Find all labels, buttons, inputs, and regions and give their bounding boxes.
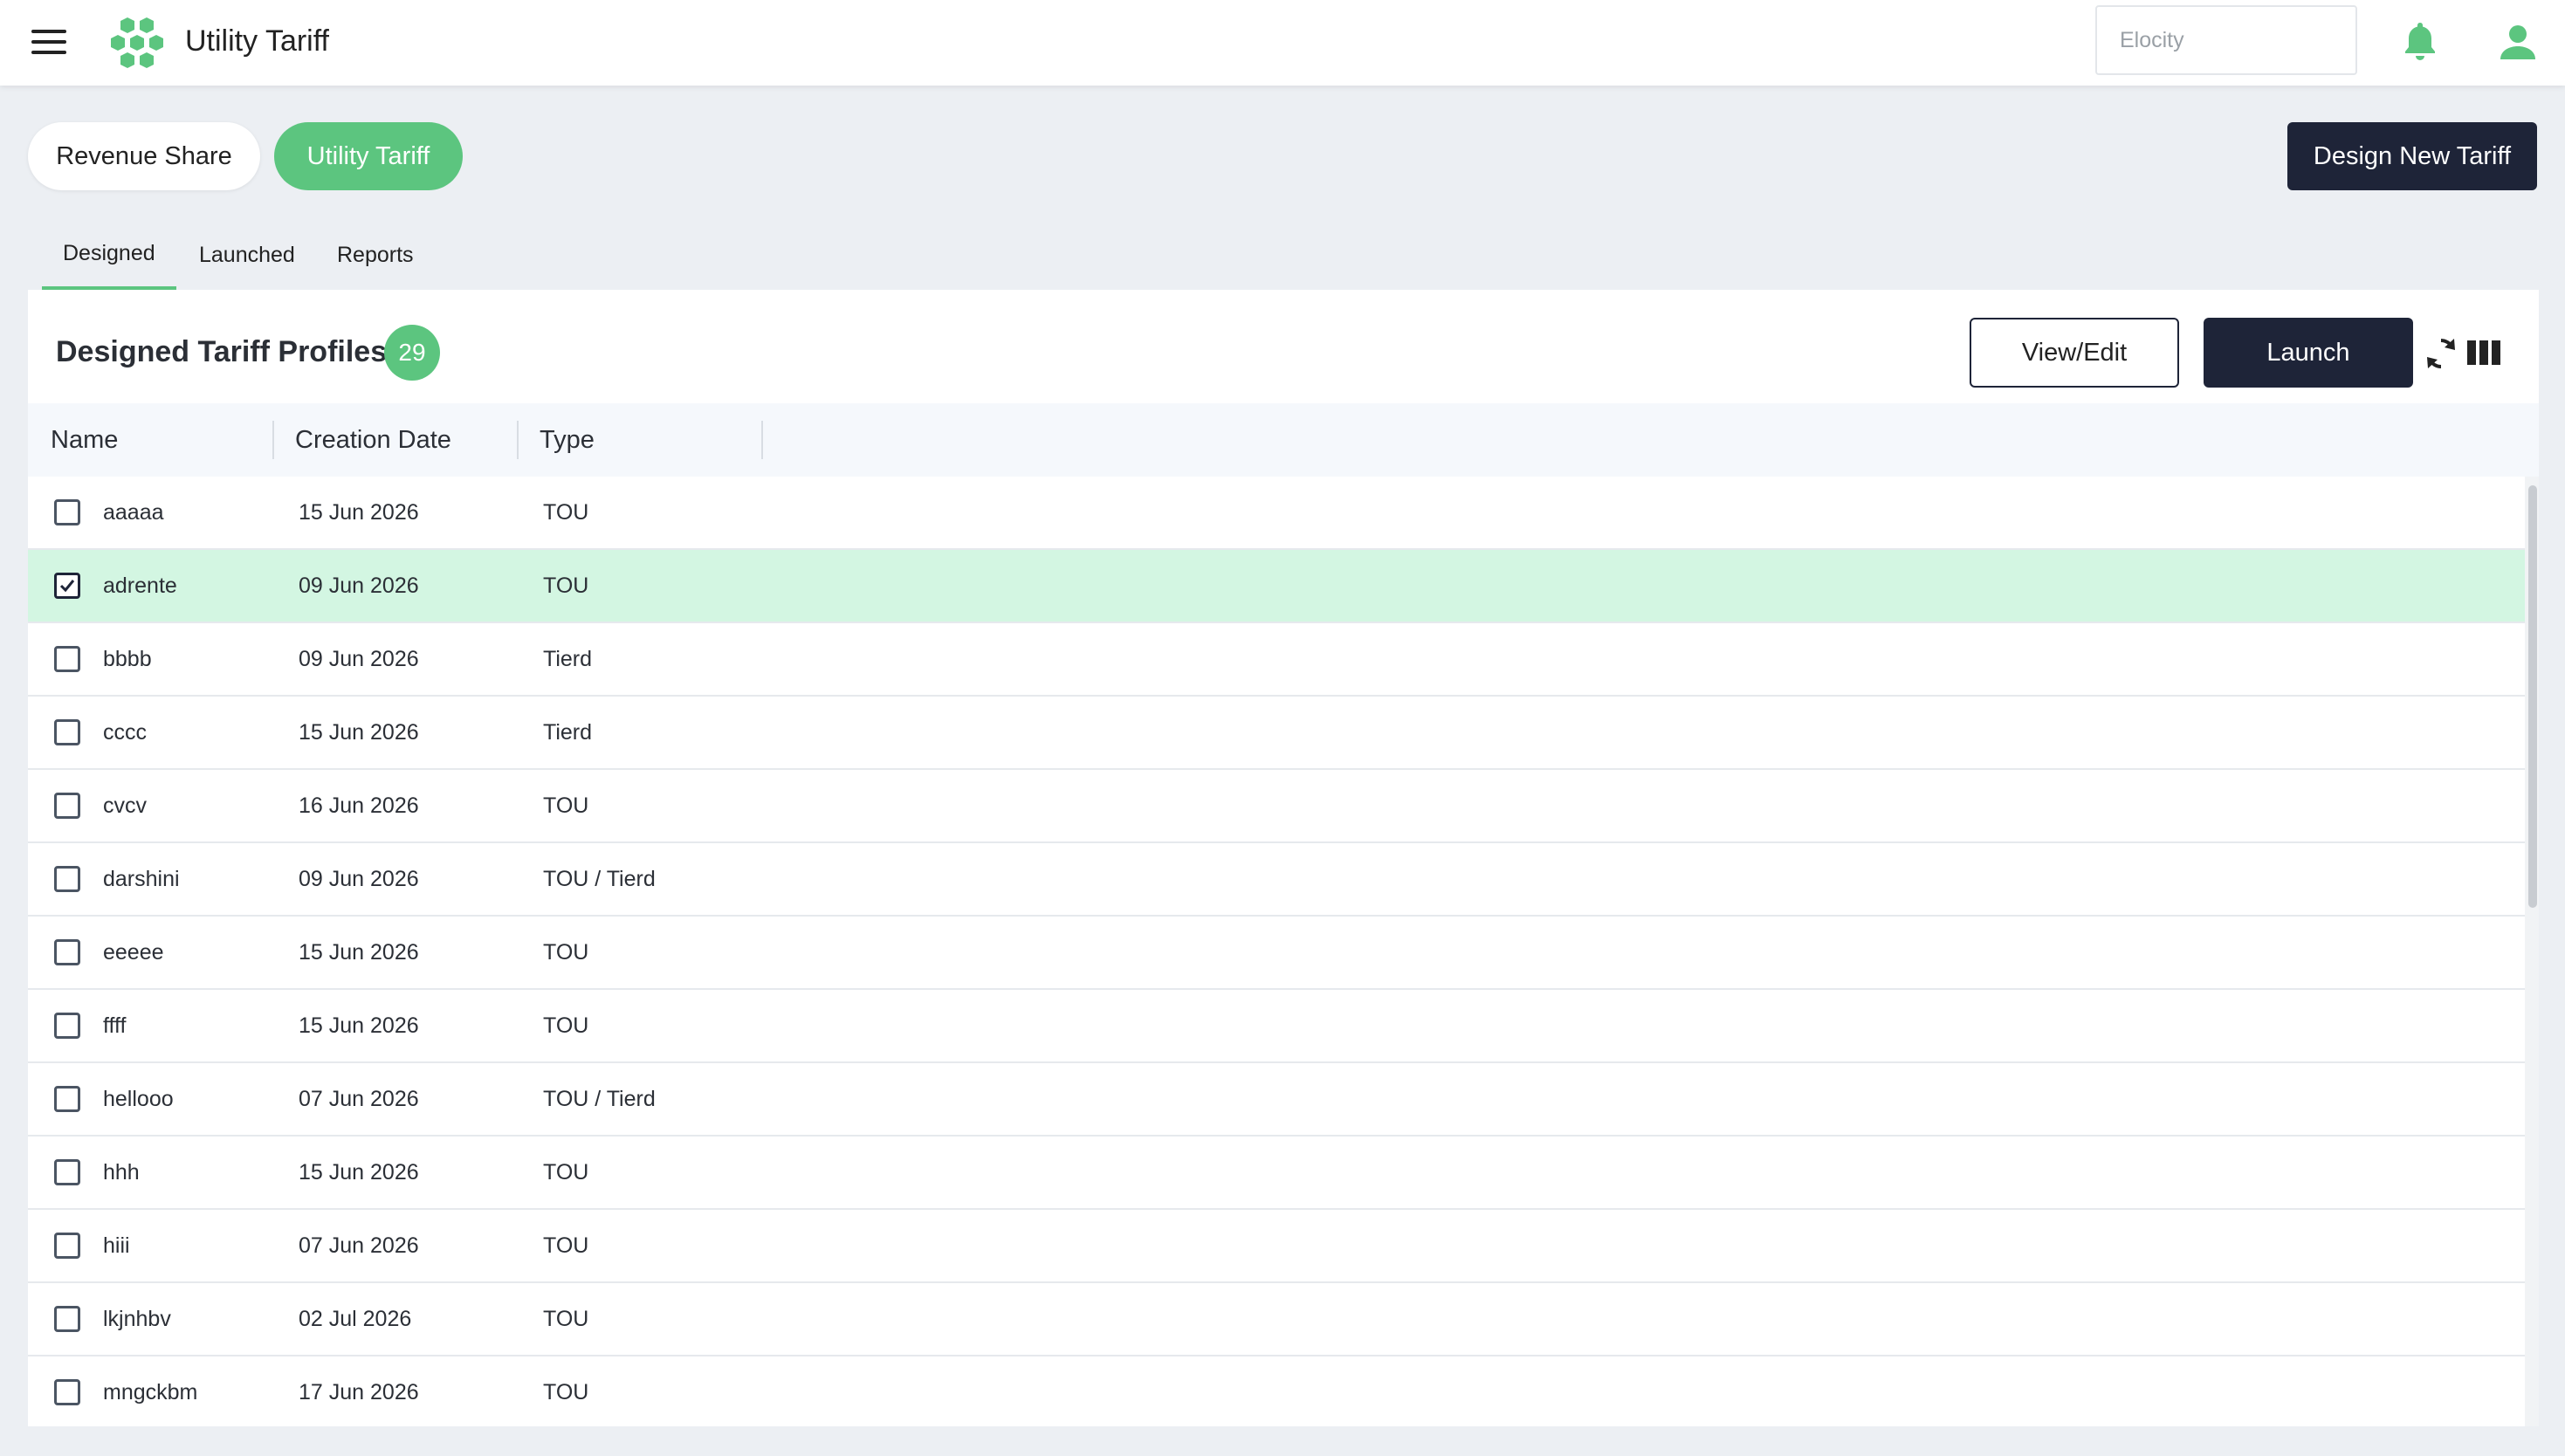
cell-name: eeeee [103, 940, 164, 965]
cell-name: hiii [103, 1233, 130, 1258]
table-row[interactable]: cvcv 16 Jun 2026 TOU [28, 770, 2525, 843]
search-input[interactable]: Elocity [2095, 5, 2357, 75]
cell-name: ffff [103, 1013, 127, 1038]
design-new-tariff-button[interactable]: Design New Tariff [2287, 122, 2537, 190]
cell-name: cvcv [103, 793, 147, 818]
cell-creation-date: 16 Jun 2026 [299, 793, 419, 818]
tariff-profiles-panel: Designed Tariff Profiles 29 View/Edit La… [28, 290, 2539, 1426]
cell-name: hellooo [103, 1087, 174, 1111]
row-checkbox[interactable] [54, 719, 80, 745]
cell-creation-date: 15 Jun 2026 [299, 940, 419, 965]
cell-type: TOU [543, 500, 589, 525]
table-row[interactable]: lkjnhbv 02 Jul 2026 TOU [28, 1283, 2525, 1356]
column-divider[interactable] [761, 421, 763, 459]
cell-name: bbbb [103, 647, 152, 671]
table-row[interactable]: darshini 09 Jun 2026 TOU / Tierd [28, 843, 2525, 917]
cell-creation-date: 15 Jun 2026 [299, 720, 419, 745]
table-row[interactable]: mngckbm 17 Jun 2026 TOU [28, 1356, 2525, 1426]
cell-creation-date: 02 Jul 2026 [299, 1307, 412, 1331]
row-checkbox[interactable] [54, 646, 80, 672]
cell-type: TOU [543, 1233, 589, 1258]
cell-type: TOU [543, 940, 589, 965]
revenue-share-toggle[interactable]: Revenue Share [28, 122, 260, 190]
row-checkbox[interactable] [54, 793, 80, 819]
table-row[interactable]: eeeee 15 Jun 2026 TOU [28, 917, 2525, 990]
tab-designed[interactable]: Designed [42, 236, 176, 292]
cell-type: TOU [543, 1160, 589, 1185]
column-header-type[interactable]: Type [540, 403, 595, 477]
table-row[interactable]: cccc 15 Jun 2026 Tierd [28, 697, 2525, 770]
scrollbar-thumb[interactable] [2528, 485, 2537, 908]
table-row[interactable]: aaaaa 15 Jun 2026 TOU [28, 477, 2525, 550]
cell-type: TOU / Tierd [543, 867, 656, 891]
cell-type: TOU [543, 573, 589, 598]
table-row[interactable]: ffff 15 Jun 2026 TOU [28, 990, 2525, 1063]
view-edit-button[interactable]: View/Edit [1970, 318, 2179, 388]
top-bar: Utility Tariff Elocity [0, 0, 2565, 86]
logo-icon [111, 17, 163, 68]
cell-creation-date: 15 Jun 2026 [299, 500, 419, 525]
row-checkbox[interactable] [54, 1306, 80, 1332]
row-checkbox[interactable] [54, 866, 80, 892]
cell-type: TOU [543, 1307, 589, 1331]
cell-creation-date: 15 Jun 2026 [299, 1160, 419, 1185]
cell-type: Tierd [543, 647, 593, 671]
count-badge: 29 [384, 325, 440, 381]
row-checkbox[interactable] [54, 573, 80, 599]
cell-name: aaaaa [103, 500, 164, 525]
cell-type: TOU [543, 793, 589, 818]
tab-launched[interactable]: Launched [199, 236, 295, 292]
cell-type: TOU / Tierd [543, 1087, 656, 1111]
column-divider[interactable] [272, 421, 274, 459]
cell-creation-date: 15 Jun 2026 [299, 1013, 419, 1038]
cell-name: mngckbm [103, 1380, 198, 1404]
cell-name: adrente [103, 573, 177, 598]
row-checkbox[interactable] [54, 1086, 80, 1112]
app-title: Utility Tariff [185, 24, 330, 58]
table-header: Name Creation Date Type [28, 403, 2539, 477]
column-header-name[interactable]: Name [51, 403, 118, 477]
cell-name: hhh [103, 1160, 140, 1185]
column-divider[interactable] [517, 421, 519, 459]
launch-button[interactable]: Launch [2204, 318, 2413, 388]
table-row[interactable]: adrente 09 Jun 2026 TOU [28, 550, 2525, 623]
row-checkbox[interactable] [54, 1233, 80, 1259]
bell-icon[interactable] [2403, 21, 2438, 61]
row-checkbox[interactable] [54, 499, 80, 525]
cell-creation-date: 07 Jun 2026 [299, 1233, 419, 1258]
cell-name: cccc [103, 720, 147, 745]
refresh-icon[interactable] [2424, 335, 2458, 372]
tab-reports[interactable]: Reports [337, 236, 414, 292]
cell-type: Tierd [543, 720, 593, 745]
cell-name: lkjnhbv [103, 1307, 171, 1331]
cell-type: TOU [543, 1013, 589, 1038]
table-scrollbar[interactable] [2525, 477, 2539, 1426]
utility-tariff-toggle[interactable]: Utility Tariff [274, 122, 463, 190]
column-header-creation-date[interactable]: Creation Date [295, 403, 451, 477]
menu-icon[interactable] [31, 30, 66, 56]
row-checkbox[interactable] [54, 1159, 80, 1185]
cell-creation-date: 07 Jun 2026 [299, 1087, 419, 1111]
panel-title: Designed Tariff Profiles [56, 335, 388, 368]
cell-name: darshini [103, 867, 180, 891]
cell-creation-date: 09 Jun 2026 [299, 647, 419, 671]
cell-creation-date: 09 Jun 2026 [299, 867, 419, 891]
row-checkbox[interactable] [54, 939, 80, 965]
table-row[interactable]: bbbb 09 Jun 2026 Tierd [28, 623, 2525, 697]
row-checkbox[interactable] [54, 1013, 80, 1039]
cell-type: TOU [543, 1380, 589, 1404]
checkmark-icon [59, 580, 75, 593]
row-checkbox[interactable] [54, 1379, 80, 1405]
table-row[interactable]: hhh 15 Jun 2026 TOU [28, 1137, 2525, 1210]
cell-creation-date: 17 Jun 2026 [299, 1380, 419, 1404]
table-body: aaaaa 15 Jun 2026 TOU adrente 09 Jun 2026 TOU… [28, 477, 2525, 1426]
columns-icon[interactable] [2467, 339, 2500, 367]
cell-creation-date: 09 Jun 2026 [299, 573, 419, 598]
user-icon[interactable] [2499, 23, 2537, 61]
table-row[interactable]: hiii 07 Jun 2026 TOU [28, 1210, 2525, 1283]
table-row[interactable]: hellooo 07 Jun 2026 TOU / Tierd [28, 1063, 2525, 1137]
